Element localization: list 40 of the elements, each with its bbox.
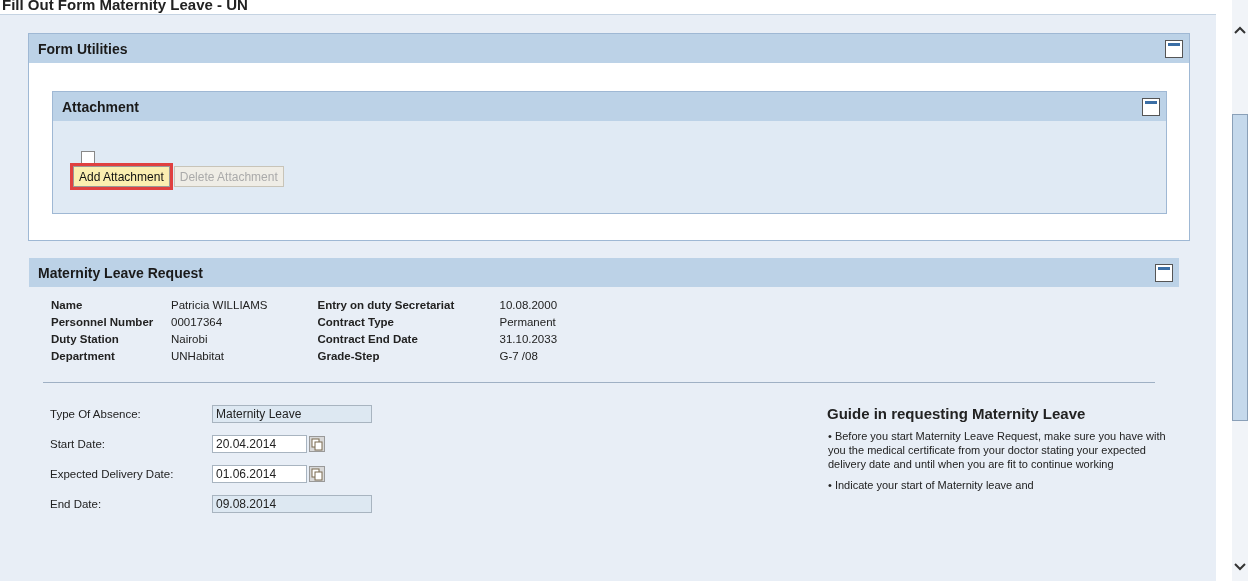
info-label: Grade-Step <box>317 350 381 362</box>
scroll-up-icon[interactable] <box>1234 26 1246 34</box>
collapse-button[interactable] <box>1155 263 1173 282</box>
info-value: 10.08.2000 <box>499 299 558 311</box>
info-value: UNHabitat <box>171 350 226 362</box>
info-value: Nairobi <box>171 333 209 345</box>
info-value: G-7 /08 <box>499 350 539 362</box>
panel-title: Attachment <box>62 98 139 115</box>
panel-title: Maternity Leave Request <box>38 264 203 281</box>
info-value: 31.10.2033 <box>499 333 558 345</box>
info-label: Contract Type <box>317 316 395 328</box>
panel-title: Form Utilities <box>38 40 128 57</box>
info-value: Permanent <box>499 316 557 328</box>
info-label: Entry on duty Secretariat <box>317 299 456 311</box>
guide-text: • Before you start Maternity Leave Request, make sure you have with you the medical certificate from your doctor stating your expected delivery date and until when you are fit to continue working <box>827 429 1167 471</box>
guide-text: • Indicate your start of Maternity leave and <box>827 478 1035 492</box>
info-label: Contract End Date <box>317 333 419 345</box>
calendar-icon[interactable] <box>309 436 325 452</box>
collapse-button[interactable] <box>1165 39 1183 58</box>
scrollbar-thumb[interactable] <box>1232 114 1248 421</box>
scroll-down-icon[interactable] <box>1234 563 1246 571</box>
info-label: Department <box>51 350 116 362</box>
field-label: Start Date: <box>50 438 106 450</box>
scrollbar[interactable] <box>1232 0 1248 581</box>
field-label: End Date: <box>50 498 103 510</box>
field-label: Expected Delivery Date: <box>50 468 175 480</box>
info-label: Personnel Number <box>51 316 155 328</box>
field-label: Type Of Absence: <box>50 408 142 420</box>
info-value: 00017364 <box>171 316 224 328</box>
calendar-icon[interactable] <box>309 466 325 482</box>
readonly-field[interactable]: Maternity Leave <box>212 405 372 423</box>
date-field[interactable]: 01.06.2014 <box>212 465 307 483</box>
collapse-button[interactable] <box>1142 97 1160 116</box>
info-label: Duty Station <box>51 333 120 345</box>
info-label: Name <box>51 299 84 311</box>
attachment-button[interactable]: Add Attachment <box>73 166 170 187</box>
date-field[interactable]: 20.04.2014 <box>212 435 307 453</box>
readonly-field[interactable]: 09.08.2014 <box>212 495 372 513</box>
info-value: Patricia WILLIAMS <box>171 299 268 311</box>
guide-title: Guide in requesting Maternity Leave <box>827 405 1087 422</box>
